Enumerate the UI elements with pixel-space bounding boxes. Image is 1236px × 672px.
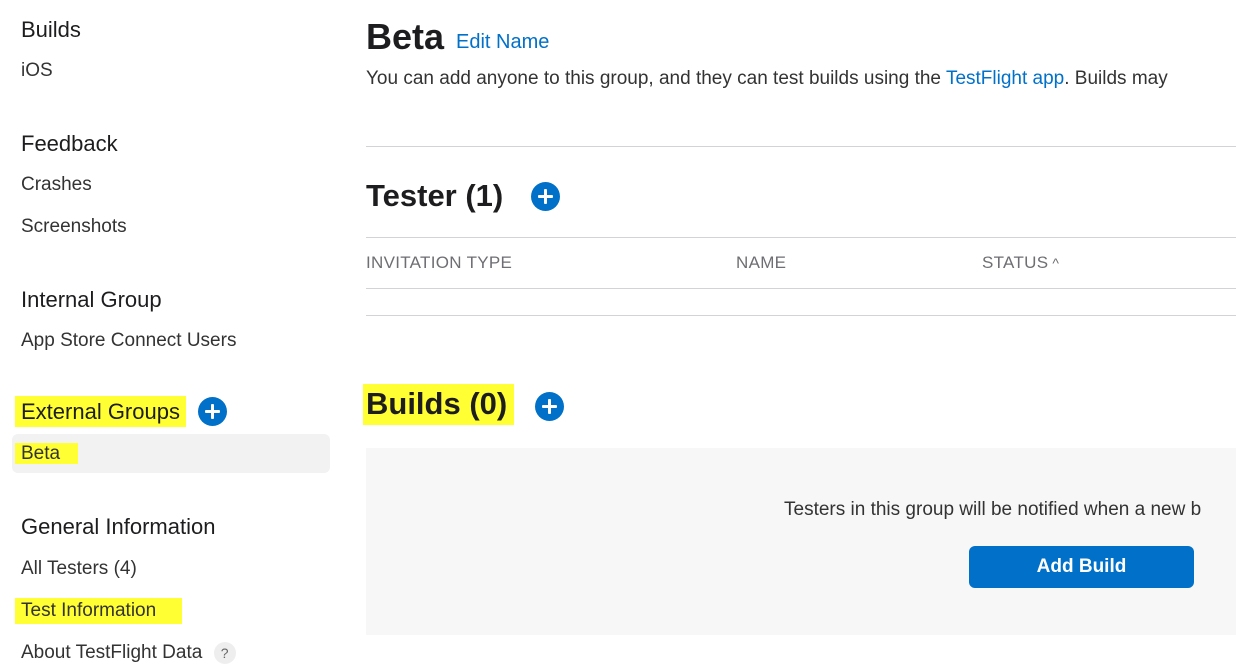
sidebar: Builds iOS Feedback Crashes Screenshots … [0,0,340,672]
edit-name-link[interactable]: Edit Name [456,28,549,56]
tester-section-title: Tester (1) [366,178,504,213]
add-build-button[interactable]: Add Build [969,546,1194,588]
divider [366,146,1236,147]
sidebar-section-external-groups: External Groups [15,396,228,427]
sidebar-item-about-testflight-data[interactable]: About TestFlight Data ? [21,640,236,666]
column-header-status-label: STATUS [982,253,1049,272]
column-header-invitation-type[interactable]: INVITATION TYPE [366,252,512,274]
sidebar-section-general-information: General Information [21,514,216,539]
external-groups-label: External Groups [15,396,186,427]
sidebar-item-all-testers[interactable]: All Testers (4) [21,556,137,582]
sidebar-section-feedback: Feedback [21,131,118,156]
plus-circle-icon[interactable] [198,396,228,426]
add-build-plus-icon[interactable] [535,392,564,421]
testflight-app-link[interactable]: TestFlight app [946,68,1064,89]
column-header-name[interactable]: NAME [736,252,786,274]
sidebar-item-about-label: About TestFlight Data [21,642,203,663]
sidebar-item-ios[interactable]: iOS [21,58,53,84]
description-text-end: . Builds may [1064,68,1168,89]
sidebar-item-beta-label: Beta [15,443,79,464]
column-header-status[interactable]: STATUS ^ [982,252,1059,274]
question-mark-icon[interactable]: ? [213,641,236,664]
builds-section-title-label: Builds (0) [363,384,515,425]
sidebar-item-app-store-connect-users[interactable]: App Store Connect Users [21,328,236,354]
sidebar-item-test-information[interactable]: Test Information [15,598,183,624]
builds-empty-panel: Testers in this group will be notified w… [366,448,1236,635]
sort-ascending-icon: ^ [1052,255,1060,271]
sidebar-section-internal-group: Internal Group [21,287,162,312]
builds-empty-message: Testers in this group will be notified w… [784,499,1202,520]
group-description: You can add anyone to this group, and th… [366,65,1236,93]
table-top-divider [366,237,1236,238]
sidebar-item-crashes[interactable]: Crashes [21,172,92,198]
main-content: Beta Edit Name You can add anyone to thi… [363,0,1236,672]
description-text: You can add anyone to this group, and th… [366,68,946,89]
builds-section-title: Builds (0) [363,384,515,425]
add-tester-plus-icon[interactable] [531,182,560,211]
sidebar-item-beta[interactable]: Beta [15,441,79,467]
app-page: Builds iOS Feedback Crashes Screenshots … [0,0,1236,672]
sidebar-item-screenshots[interactable]: Screenshots [21,214,127,240]
sidebar-section-builds: Builds [21,17,81,42]
page-title: Beta [366,16,445,57]
sidebar-item-test-information-label: Test Information [15,598,183,624]
table-header-divider [366,288,1236,289]
table-bottom-divider [366,315,1236,316]
